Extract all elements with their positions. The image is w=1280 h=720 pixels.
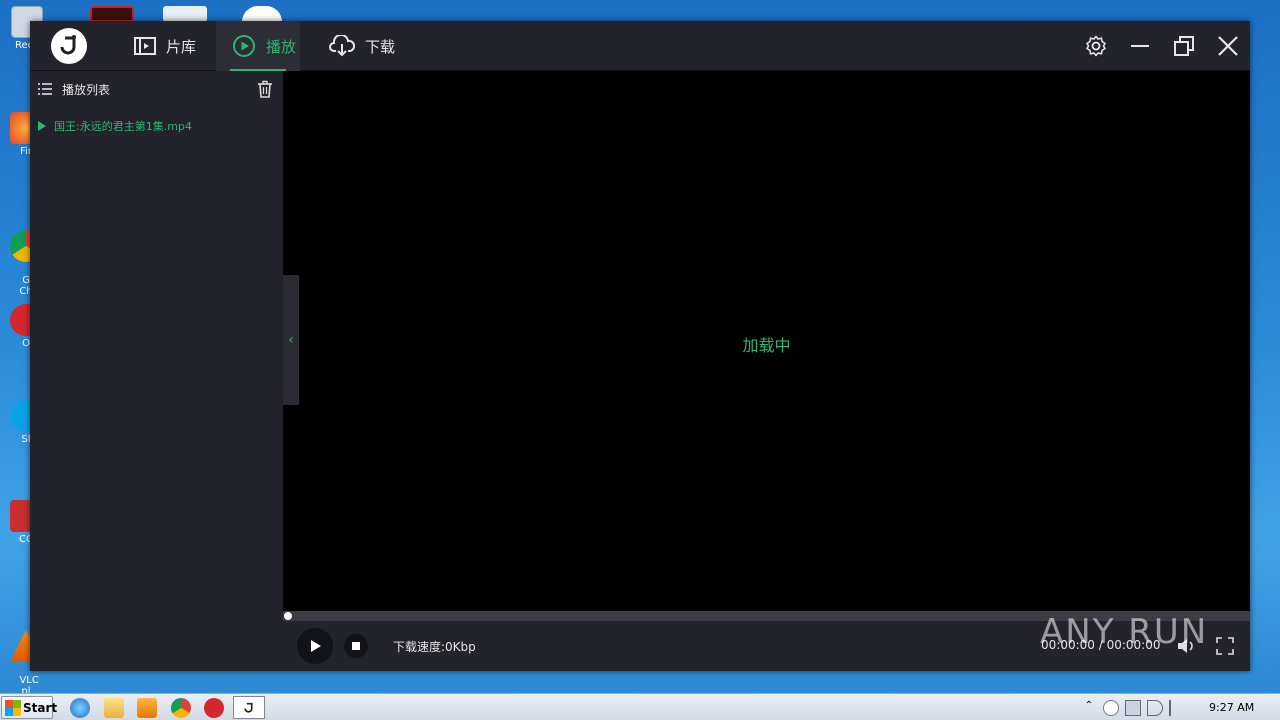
tab-download[interactable]: 下载 [329, 21, 395, 71]
app-logo-icon [244, 702, 253, 713]
fullscreen-icon [1216, 637, 1234, 655]
trash-icon [258, 80, 272, 98]
desktop-icon-top-2[interactable] [163, 6, 207, 22]
cloud-download-icon [329, 35, 355, 57]
library-icon [134, 37, 156, 55]
speaker-icon[interactable] [1147, 699, 1163, 716]
progress-handle[interactable] [284, 612, 292, 620]
playlist-panel: 播放列表 国王:永远的君主第1集.mp4 [30, 71, 283, 671]
list-icon [38, 83, 52, 95]
tray-expand-icon[interactable]: ⌃ [1081, 700, 1097, 716]
tab-library[interactable]: 片库 [134, 21, 196, 71]
desktop-icon-top-3[interactable] [242, 6, 282, 22]
tab-play[interactable]: 播放 [216, 21, 300, 71]
desktop-icon-top-1[interactable] [90, 6, 134, 22]
tray-player-icon[interactable] [1103, 699, 1119, 716]
taskbar-clock[interactable]: 9:27 AM [1209, 701, 1254, 714]
close-icon [1218, 36, 1238, 56]
start-label: Start [23, 700, 58, 715]
app-logo [51, 28, 87, 64]
download-speed: 下载速度:0Kbp [393, 640, 476, 654]
taskbar: Start ⌃ 9:27 AM [0, 693, 1280, 720]
clear-playlist-button[interactable] [257, 80, 273, 98]
playlist-item[interactable]: 国王:永远的君主第1集.mp4 [38, 118, 192, 134]
tab-label: 片库 [166, 37, 197, 56]
collapse-sidebar-button[interactable]: ‹ [283, 275, 299, 405]
loading-status: 加载中 [742, 336, 791, 355]
media-player-icon[interactable] [137, 698, 157, 718]
playing-indicator-icon [38, 121, 46, 131]
watermark: ANY RUN [1040, 612, 1209, 652]
network-icon[interactable] [1125, 699, 1141, 716]
close-button[interactable] [1216, 34, 1240, 58]
gear-icon [1086, 35, 1106, 57]
restore-icon [1174, 36, 1194, 56]
desktop-icon-label: O [22, 338, 30, 349]
video-area[interactable]: 加载中 [283, 71, 1250, 611]
chevron-left-icon: ‹ [288, 332, 294, 348]
playlist-item-title: 国王:永远的君主第1集.mp4 [54, 120, 192, 133]
player-taskbar-button[interactable] [233, 696, 265, 719]
action-center-flag-icon[interactable] [1169, 699, 1185, 716]
restore-button[interactable] [1172, 34, 1196, 58]
player-window: 片库 播放 下载 播放列表 国王:永远的君主第1集.mp4 加载中 ‹ 下载速度… [30, 21, 1250, 671]
stop-icon [352, 642, 360, 650]
playlist-header: 播放列表 [38, 81, 110, 97]
opera-taskbar-icon[interactable] [204, 698, 224, 718]
stop-button[interactable] [344, 634, 368, 658]
play-button[interactable] [297, 628, 333, 664]
explorer-folder-icon[interactable] [104, 698, 124, 718]
app-logo-icon [60, 35, 76, 55]
title-bar: 片库 播放 下载 [30, 21, 1250, 71]
fullscreen-button[interactable] [1215, 636, 1235, 656]
minimize-icon [1131, 45, 1149, 47]
settings-button[interactable] [1084, 34, 1108, 58]
chrome-taskbar-icon[interactable] [171, 698, 191, 718]
internet-explorer-icon[interactable] [70, 698, 90, 718]
play-circle-icon [232, 34, 256, 58]
windows-logo-icon [5, 699, 21, 716]
minimize-button[interactable] [1128, 34, 1152, 58]
tab-label: 播放 [266, 37, 297, 56]
tab-label: 下载 [365, 37, 396, 56]
start-button[interactable]: Start [1, 696, 57, 719]
play-icon [311, 640, 321, 652]
playlist-title: 播放列表 [62, 82, 111, 97]
